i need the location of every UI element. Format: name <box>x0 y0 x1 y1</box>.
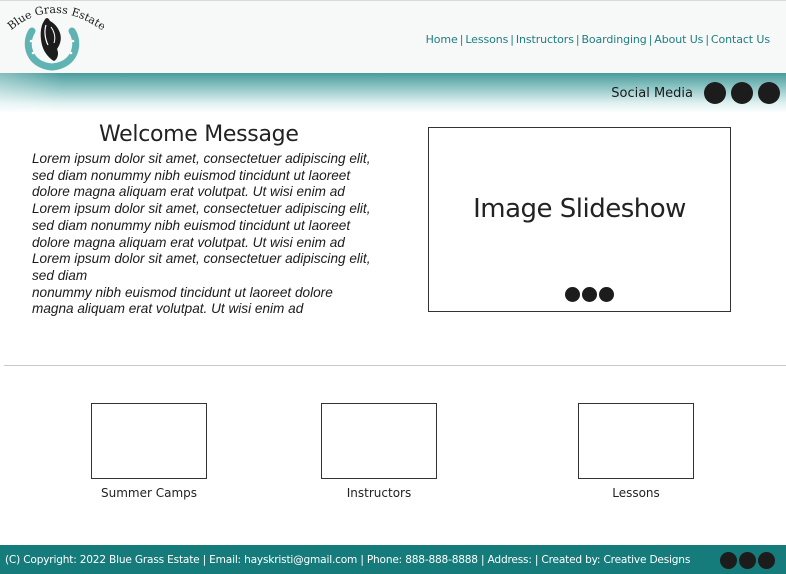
welcome-line: Lorem ipsum dolor sit amet, consectetuer… <box>32 251 371 267</box>
nav-separator: | <box>705 33 709 46</box>
main-nav: Home | Lessons | Instructors | Boardinging | Abo… <box>426 33 770 46</box>
welcome-line: sed diam nonummy nibh euismod tincidunt … <box>32 167 351 183</box>
welcome-line: sed diam nonummy nibh euismod tincidunt … <box>32 217 351 233</box>
social-icon[interactable] <box>731 82 753 104</box>
nav-lessons[interactable]: Lessons <box>465 33 508 46</box>
welcome-line: dolore magna aliquam erat volutpat. Ut w… <box>32 234 345 250</box>
horse-horseshoe-logo-icon: Blue Grass Estate <box>5 3 108 71</box>
footer-text: (C) Copyright: 2022 Blue Grass Estate | … <box>5 554 691 566</box>
welcome-line: Lorem ipsum dolor sit amet, consectetuer… <box>32 201 371 217</box>
card-instructors[interactable]: Instructors <box>321 403 439 500</box>
welcome-line: Lorem ipsum dolor sit amet, consectetuer… <box>32 151 371 166</box>
footer-social-icons <box>718 552 775 569</box>
slideshow-dots <box>565 287 616 302</box>
nav-about-us[interactable]: About Us <box>654 33 703 46</box>
card-label[interactable]: Summer Camps <box>91 486 207 500</box>
card-lessons[interactable]: Lessons <box>578 403 696 500</box>
social-icon[interactable] <box>704 82 726 104</box>
footer-social-icon[interactable] <box>758 552 775 569</box>
nav-instructors[interactable]: Instructors <box>516 33 574 46</box>
social-icon[interactable] <box>758 82 780 104</box>
site-footer: (C) Copyright: 2022 Blue Grass Estate | … <box>0 545 786 574</box>
image-slideshow[interactable]: Image Slideshow <box>428 127 731 312</box>
card-summer-camps[interactable]: Summer Camps <box>91 403 209 500</box>
welcome-line: magna aliquam erat volutpat. Ut wisi eni… <box>32 301 304 317</box>
card-label[interactable]: Instructors <box>321 486 437 500</box>
slide-dot-2[interactable] <box>582 287 597 302</box>
social-media-bar: Social Media <box>611 82 780 104</box>
nav-contact-us[interactable]: Contact Us <box>711 33 770 46</box>
nav-boarding[interactable]: Boardinging <box>581 33 646 46</box>
logo[interactable]: Blue Grass Estate <box>4 3 108 73</box>
site-header: Blue Grass Estate Home|Lessons|Instructo… <box>0 0 786 74</box>
welcome-line: sed diam <box>32 267 88 283</box>
slideshow-title: Image Slideshow <box>473 194 686 224</box>
welcome-title: Welcome Message <box>99 122 299 147</box>
card-image-placeholder[interactable] <box>578 403 694 479</box>
slide-dot-1[interactable] <box>565 287 580 302</box>
welcome-body: Lorem ipsum dolor sit amet, consectetuer… <box>32 151 404 318</box>
footer-social-icon[interactable] <box>739 552 756 569</box>
section-divider <box>4 365 786 366</box>
welcome-line: dolore magna aliquam erat volutpat. Ut w… <box>32 184 345 200</box>
footer-social-icon[interactable] <box>720 552 737 569</box>
card-image-placeholder[interactable] <box>91 403 207 479</box>
nav-home[interactable]: Home <box>426 33 458 46</box>
card-label[interactable]: Lessons <box>578 486 694 500</box>
social-media-label: Social Media <box>611 85 693 101</box>
card-image-placeholder[interactable] <box>321 403 437 479</box>
slide-dot-3[interactable] <box>599 287 614 302</box>
nav-separator: | <box>510 33 514 46</box>
welcome-line: nonummy nibh euismod tincidunt ut laoree… <box>32 284 333 300</box>
